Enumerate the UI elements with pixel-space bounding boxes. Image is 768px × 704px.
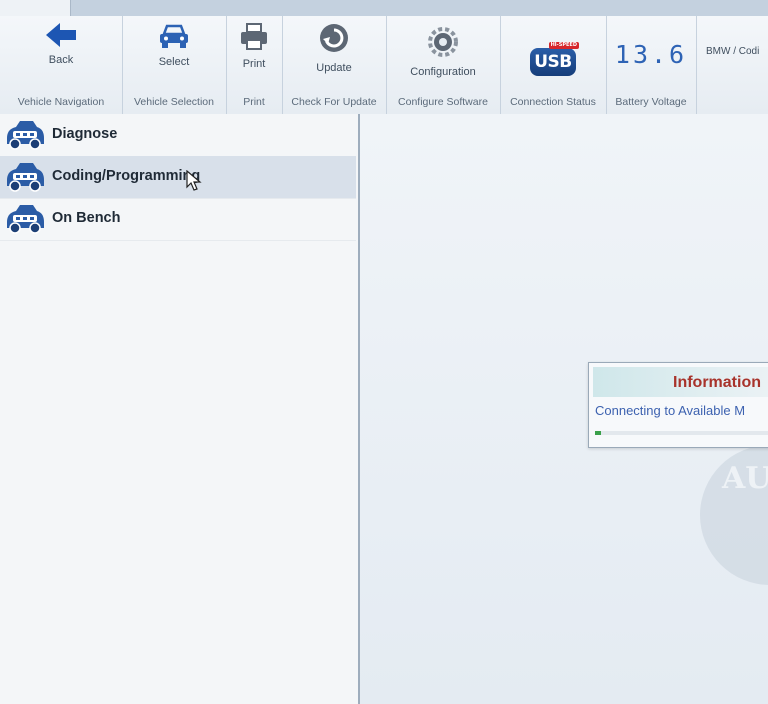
nav-item-label: Coding/Programming [52, 168, 201, 184]
nav-item-label: On Bench [52, 210, 121, 226]
print-button[interactable]: Print [226, 16, 282, 86]
window-tab[interactable] [0, 0, 71, 16]
connection-progress-fill [595, 431, 601, 435]
toolbar-group-vehicle-selection: Select Vehicle Selection [122, 16, 227, 114]
configuration-button[interactable]: Configuration [386, 16, 500, 86]
usb-connection-icon: HI-SPEED USB [530, 42, 579, 76]
print-button-label: Print [242, 58, 266, 70]
nav-item-on-bench[interactable]: On Bench [0, 198, 356, 241]
toolbar-group-label: Battery Voltage [615, 96, 687, 108]
obd-car-icon [7, 121, 44, 150]
diagnostic-app-window: Back Vehicle Navigation Select Vehicle S… [0, 0, 768, 704]
toolbar-group-label: Vehicle Selection [134, 96, 214, 108]
watermark-text: AU [721, 461, 768, 496]
dialog-title-bar: Information [593, 367, 768, 397]
obd-car-icon [7, 205, 44, 234]
toolbar-group-label: Vehicle Navigation [17, 96, 105, 108]
mouse-cursor-icon [186, 170, 202, 191]
connection-progress-bar [595, 431, 768, 435]
function-navigation-panel: Diagnose Coding/Programming On Bench [0, 114, 360, 704]
toolbar-group-print: Print Print [226, 16, 283, 114]
gear-icon [428, 27, 458, 57]
back-button[interactable]: Back [0, 16, 122, 86]
obd-car-icon [7, 163, 44, 192]
toolbar-group-vehicle-navigation: Back Vehicle Navigation [0, 16, 123, 114]
back-button-label: Back [48, 54, 74, 66]
toolbar-group-label: Check For Update [291, 96, 377, 108]
refresh-icon [320, 24, 348, 52]
nav-item-label: Diagnose [52, 126, 118, 142]
toolbar-group-connection-status: HI-SPEED USB Connection Status [500, 16, 607, 114]
update-button-label: Update [316, 62, 352, 74]
printer-icon [241, 23, 267, 50]
nav-item-coding-programming[interactable]: Coding/Programming [0, 156, 356, 199]
dialog-message: Connecting to Available M [595, 403, 746, 418]
battery-voltage-value: 13.6 [614, 40, 688, 69]
toolbar-group-battery-voltage: 13.6 Battery Voltage [606, 16, 697, 114]
information-dialog: Information Connecting to Available M [588, 362, 768, 448]
usb-badge-text: USB [534, 52, 572, 72]
brand-watermark-logo: AU [700, 445, 768, 585]
nav-item-diagnose[interactable]: Diagnose [0, 114, 356, 157]
toolbar-group-label: Configure Software [398, 96, 488, 108]
usb-badge-sub: HI-SPEED [548, 42, 579, 49]
arrow-left-icon [46, 23, 76, 47]
dialog-title: Information [673, 374, 761, 391]
toolbar-group-label: Print [243, 96, 265, 108]
main-toolbar: Back Vehicle Navigation Select Vehicle S… [0, 16, 768, 115]
breadcrumb: BMW / Codi [706, 46, 760, 57]
select-vehicle-button-label: Select [158, 56, 190, 68]
update-button[interactable]: Update [282, 16, 386, 86]
car-front-icon [160, 24, 188, 48]
toolbar-group-configure-software: Configuration Configure Software [386, 16, 501, 114]
configuration-button-label: Configuration [410, 66, 476, 78]
select-vehicle-button[interactable]: Select [122, 16, 226, 86]
toolbar-group-label: Connection Status [510, 96, 596, 108]
toolbar-group-check-for-update: Update Check For Update [282, 16, 387, 114]
